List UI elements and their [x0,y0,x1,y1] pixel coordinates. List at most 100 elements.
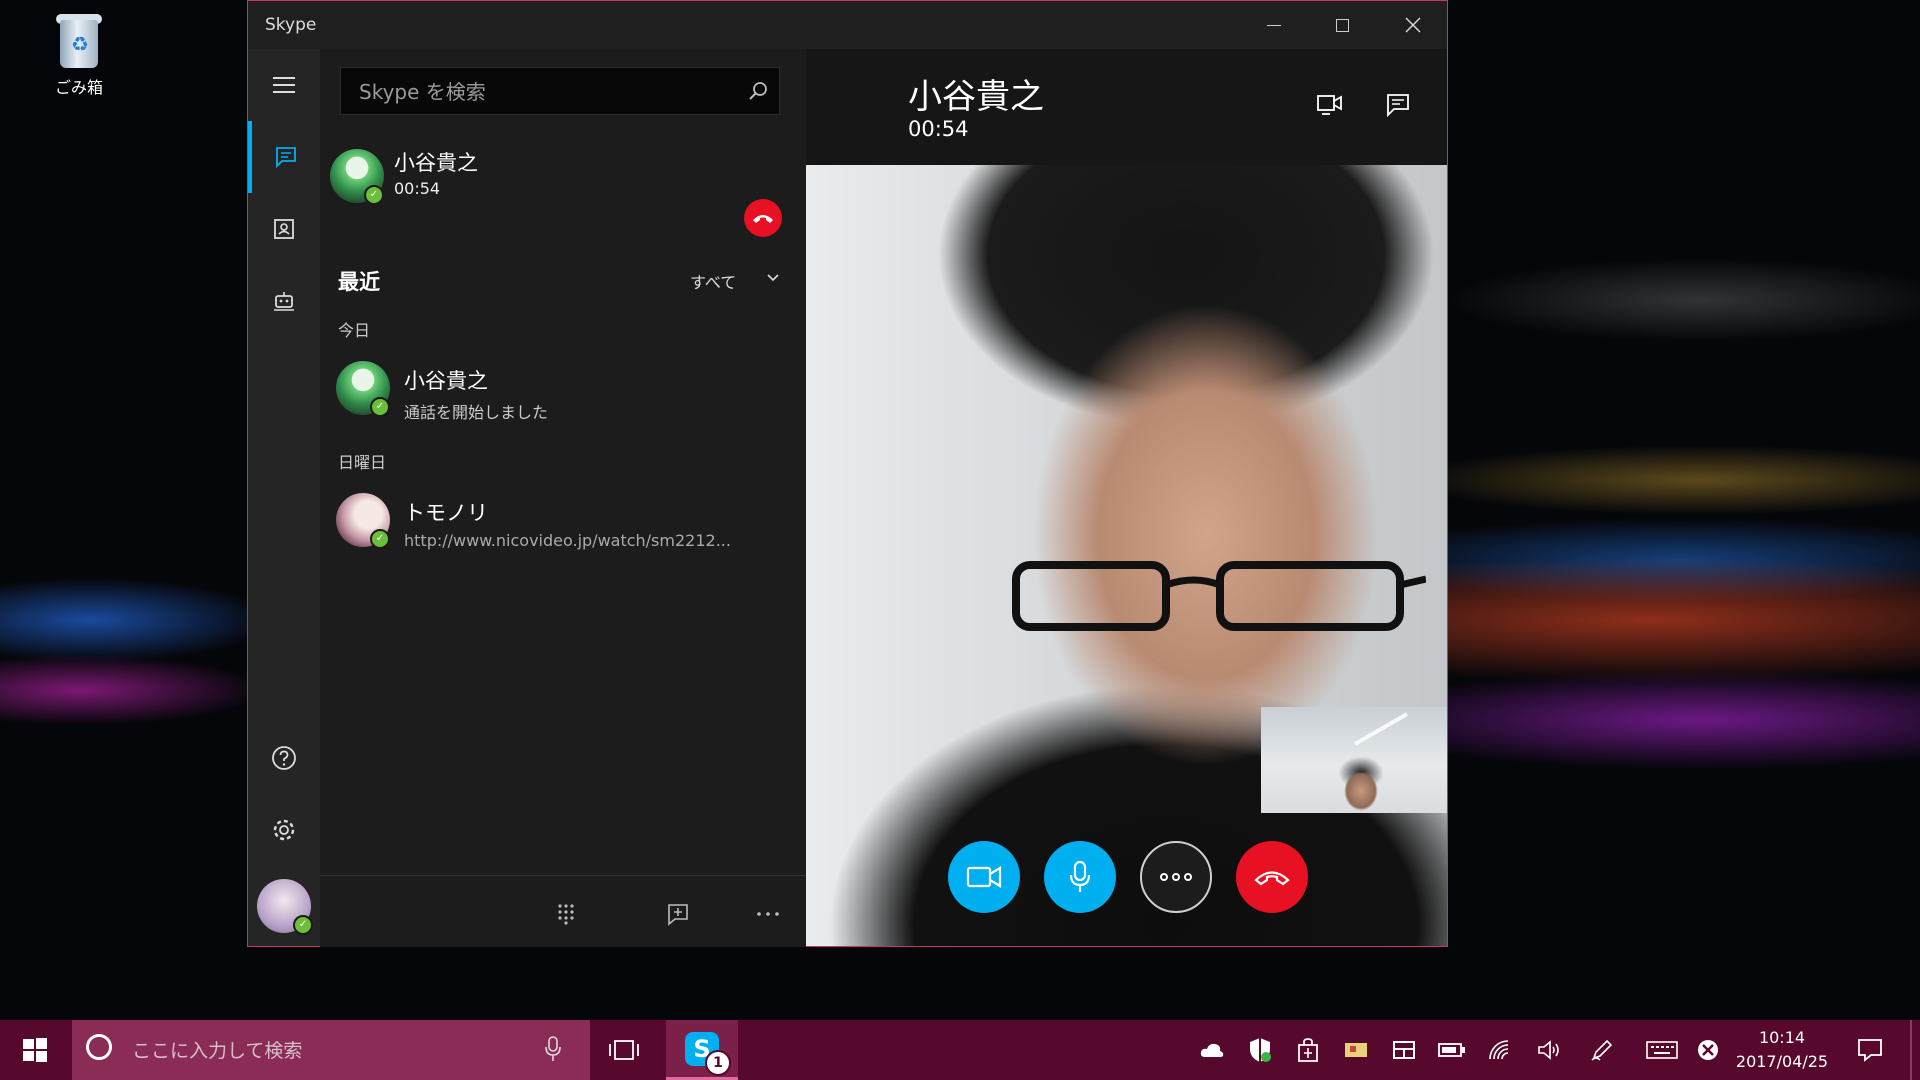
action-center-button[interactable] [1850,1032,1890,1068]
list-item[interactable]: ✓ 小谷貴之 通話を開始しました [320,349,806,429]
microphone-icon[interactable] [544,1036,562,1062]
my-profile-avatar[interactable]: ✓ [257,879,313,935]
search-input[interactable] [357,78,731,106]
wifi-icon[interactable] [1484,1034,1516,1066]
close-icon [1405,17,1420,33]
volume-icon[interactable] [1532,1034,1564,1066]
show-chat-button[interactable] [1378,85,1418,125]
chat-icon [1387,94,1409,118]
search-box[interactable] [340,67,780,115]
hang-up-icon [1254,871,1290,886]
call-header: 小谷貴之 00:54 [806,49,1447,165]
cortana-icon[interactable] [86,1034,112,1060]
online-status-icon: ✓ [364,185,384,205]
more-icon [757,912,779,916]
more-icon [1160,873,1192,881]
minimize-icon [1266,24,1281,26]
store-bag-icon[interactable] [1292,1034,1324,1066]
rail-bots-button[interactable] [248,265,320,337]
ime-off-icon[interactable] [1692,1034,1724,1066]
date-separator: 今日 [338,321,371,340]
microphone-icon [1069,860,1091,892]
self-view-video[interactable] [1261,707,1447,813]
task-view-icon [609,1040,639,1060]
clock-time: 10:14 [1758,1028,1806,1047]
camera-switch-icon [1317,95,1342,115]
chat-icon [276,147,296,169]
windows-logo-icon [23,1038,47,1062]
date-separator: 日曜日 [338,453,387,472]
pen-workspace-icon[interactable] [1586,1034,1618,1066]
active-call-duration: 00:54 [394,179,441,198]
video-camera-icon [966,866,1002,888]
touch-keyboard-icon[interactable] [1646,1034,1678,1066]
toggle-video-button[interactable] [948,841,1020,913]
conversation-name: 小谷貴之 [404,369,488,393]
tablet-mode-icon[interactable] [1388,1034,1420,1066]
taskbar: S 1 10:14 2017/04/25 [0,1020,1920,1080]
new-conversation-button[interactable] [660,896,696,932]
hamburger-menu-button[interactable] [248,49,320,121]
language-bar-icon[interactable] [1340,1034,1372,1066]
recent-heading: 最近 [338,270,380,294]
search-icon[interactable] [747,80,769,102]
hamburger-icon [273,77,295,93]
call-controls [806,841,1447,921]
skype-logo-icon: S 1 [685,1031,731,1076]
close-button[interactable] [1378,1,1447,49]
taskbar-skype-button[interactable]: S 1 [666,1020,738,1080]
active-call-item[interactable]: ✓ 小谷貴之 00:54 [320,137,806,213]
desktop-icon-label: ごみ箱 [54,78,103,97]
panel-bottom-bar [320,875,806,947]
title-bar[interactable]: Skype [248,1,1447,49]
online-status-icon: ✓ [370,529,390,549]
dialpad-button[interactable] [548,896,584,932]
contact-avatar: ✓ [336,493,390,549]
show-desktop-button[interactable] [1910,1020,1912,1080]
taskbar-clock[interactable]: 10:14 2017/04/25 [1730,1026,1834,1074]
switch-camera-button[interactable] [1310,85,1350,125]
battery-icon[interactable] [1436,1034,1468,1066]
contact-avatar: ✓ [336,361,390,417]
call-more-options-button[interactable] [1140,841,1212,913]
start-button[interactable] [0,1020,70,1080]
minimize-button[interactable] [1239,1,1308,49]
rail-contacts-button[interactable] [248,193,320,265]
active-call-name: 小谷貴之 [394,151,478,175]
taskbar-search-box[interactable] [72,1020,590,1080]
conversation-preview: 通話を開始しました [404,403,549,422]
end-call-button[interactable] [1236,841,1308,913]
rail-settings-button[interactable] [248,794,320,866]
list-item[interactable]: ✓ トモノリ http://www.nicovideo.jp/watch/sm2… [320,481,806,561]
conversation-preview: http://www.nicovideo.jp/watch/sm2212... [404,531,731,550]
rail-help-button[interactable] [248,722,320,794]
rail-chats-button[interactable] [248,121,320,193]
new-chat-icon [668,904,688,926]
toggle-mic-button[interactable] [1044,841,1116,913]
online-status-icon: ✓ [370,397,390,417]
windows-defender-icon[interactable] [1244,1034,1276,1066]
dialpad-icon [558,904,574,925]
hang-up-icon [753,215,773,223]
maximize-button[interactable] [1308,1,1377,49]
gear-icon [273,819,295,841]
help-icon [272,746,296,770]
contacts-icon [274,219,294,239]
call-duration: 00:54 [908,117,969,141]
chevron-down-icon[interactable] [766,271,780,285]
notification-icon [1858,1039,1882,1062]
task-view-button[interactable] [604,1032,644,1068]
conversation-panel: ✓ 小谷貴之 00:54 最近 すべて 今日 ✓ 小谷貴之 通話を開始しました … [320,49,806,947]
more-options-button[interactable] [750,896,786,932]
clock-date: 2017/04/25 [1735,1052,1829,1071]
recent-filter-dropdown[interactable]: すべて [690,269,736,293]
desktop-icon-recycle-bin[interactable]: ♻ ごみ箱 [38,10,120,98]
skype-window: Skype ✓ Skype を検索 ✓ 小谷貴之 00:54 最近 すべて 今日… [247,0,1448,947]
onedrive-icon[interactable] [1196,1034,1228,1066]
self-view-ceiling-light [1354,712,1408,746]
conversation-name: トモノリ [404,501,488,525]
end-call-button-small[interactable] [744,199,782,237]
taskbar-search-input[interactable] [130,1037,514,1065]
call-contact-name: 小谷貴之 [908,77,1044,117]
recycle-bin-icon: ♻ [52,10,106,72]
